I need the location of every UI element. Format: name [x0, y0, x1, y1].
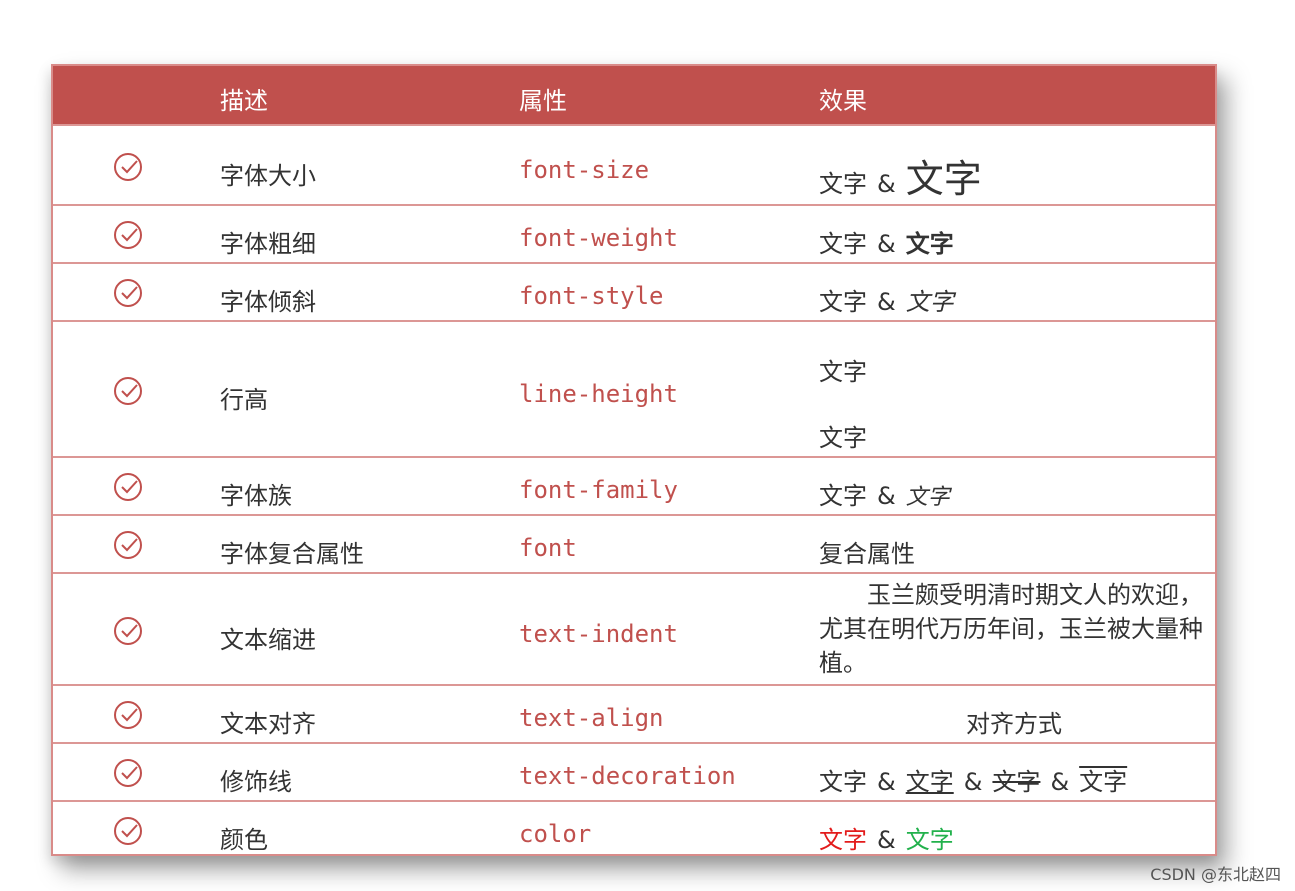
check-circle-icon — [114, 759, 142, 787]
row-prop: text-indent — [519, 620, 678, 648]
effect-line-1: 文字 — [819, 358, 867, 386]
row-prop: font-style — [519, 282, 664, 310]
header-desc: 描述 — [220, 87, 268, 115]
effect-line-2: 文字 — [819, 424, 867, 452]
effect-amp: & — [963, 768, 983, 796]
row-desc: 颜色 — [220, 826, 268, 854]
check-circle-icon — [114, 279, 142, 307]
row-prop: color — [519, 820, 592, 848]
effect-underline-text: 文字 — [905, 768, 954, 796]
table-header: 描述 属性 效果 — [53, 66, 1215, 124]
effect-normal-text: 文字 — [819, 768, 867, 796]
effect-normal-text: 文字 — [819, 170, 867, 198]
row-desc: 字体倾斜 — [220, 288, 316, 316]
watermark: CSDN @东北赵四 — [1150, 865, 1281, 884]
row-effect: 文字 & 文字 — [819, 820, 954, 855]
check-circle-icon — [114, 701, 142, 729]
check-circle-icon — [114, 473, 142, 501]
row-effect: 文字 & 文字 & 文字 & 文字 — [819, 762, 1127, 797]
table-row: 文本缩进 text-indent 玉兰颇受明清时期文人的欢迎，尤其在明代万历年间… — [53, 572, 1215, 684]
effect-bold-text: 文字 — [905, 230, 954, 258]
row-effect: 复合属性 — [819, 540, 915, 568]
effect-amp: & — [877, 482, 896, 510]
row-desc: 字体粗细 — [220, 230, 316, 258]
effect-normal-text: 文字 — [819, 288, 867, 316]
effect-indent-paragraph: 玉兰颇受明清时期文人的欢迎，尤其在明代万历年间，玉兰被大量种植。 — [819, 581, 1203, 677]
effect-amp: & — [877, 230, 896, 258]
table-row: 颜色 color 文字 & 文字 — [53, 800, 1215, 856]
check-circle-icon — [114, 377, 142, 405]
row-prop: text-decoration — [519, 762, 736, 790]
table-row: 行高 line-height 文字 文字 — [53, 320, 1215, 456]
row-desc: 行高 — [220, 386, 268, 414]
row-desc: 字体大小 — [220, 162, 316, 190]
header-prop: 属性 — [519, 87, 567, 115]
row-prop: font-family — [519, 476, 678, 504]
row-desc: 文本缩进 — [220, 626, 316, 654]
effect-amp: & — [877, 768, 896, 796]
effect-italic-text: 文字 — [905, 288, 954, 316]
row-prop: font-weight — [519, 224, 678, 252]
row-effect: 文字 & 文字 — [819, 148, 982, 203]
check-circle-icon — [114, 153, 142, 181]
table-row: 字体复合属性 font 复合属性 — [53, 514, 1215, 572]
row-prop: text-align — [519, 704, 664, 732]
effect-amp: & — [877, 170, 896, 198]
effect-amp: & — [877, 288, 896, 316]
table-row: 字体大小 font-size 文字 & 文字 — [53, 124, 1215, 204]
effect-green-text: 文字 — [905, 826, 954, 854]
effect-overline-text: 文字 — [1079, 768, 1128, 796]
effect-amp: & — [877, 826, 896, 854]
row-prop: font — [519, 534, 577, 562]
row-effect: 文字 & 文字 — [819, 476, 950, 511]
table-row: 字体族 font-family 文字 & 文字 — [53, 456, 1215, 514]
check-circle-icon — [114, 221, 142, 249]
effect-red-text: 文字 — [819, 826, 867, 854]
table-row: 修饰线 text-decoration 文字 & 文字 & 文字 & 文字 — [53, 742, 1215, 800]
table-row: 字体倾斜 font-style 文字 & 文字 — [53, 262, 1215, 320]
row-prop: font-size — [519, 156, 650, 184]
effect-normal-text: 文字 — [819, 230, 867, 258]
check-circle-icon — [114, 617, 142, 645]
row-prop: line-height — [519, 380, 678, 408]
effect-strikethrough-text: 文字 — [992, 768, 1041, 796]
effect-amp: & — [1050, 768, 1070, 796]
check-circle-icon — [114, 817, 142, 845]
row-desc: 文本对齐 — [220, 710, 316, 738]
effect-normal-text: 文字 — [819, 482, 867, 510]
row-desc: 字体复合属性 — [220, 540, 364, 568]
row-effect: 文字 & 文字 — [819, 224, 954, 259]
table-row: 字体粗细 font-weight 文字 & 文字 — [53, 204, 1215, 262]
row-desc: 修饰线 — [220, 768, 292, 796]
row-effect: 文字 & 文字 — [819, 282, 954, 317]
effect-large-text: 文字 — [905, 157, 982, 201]
table-row: 文本对齐 text-align 对齐方式 — [53, 684, 1215, 742]
row-desc: 字体族 — [220, 482, 292, 510]
css-properties-table: 描述 属性 效果 字体大小 font-size 文字 & 文字 字体粗细 font-… — [51, 64, 1217, 856]
effect-brush-font-text: 文字 — [905, 485, 950, 510]
check-circle-icon — [114, 531, 142, 559]
effect-centered-text: 对齐方式 — [966, 710, 1062, 738]
header-effect: 效果 — [819, 87, 867, 115]
